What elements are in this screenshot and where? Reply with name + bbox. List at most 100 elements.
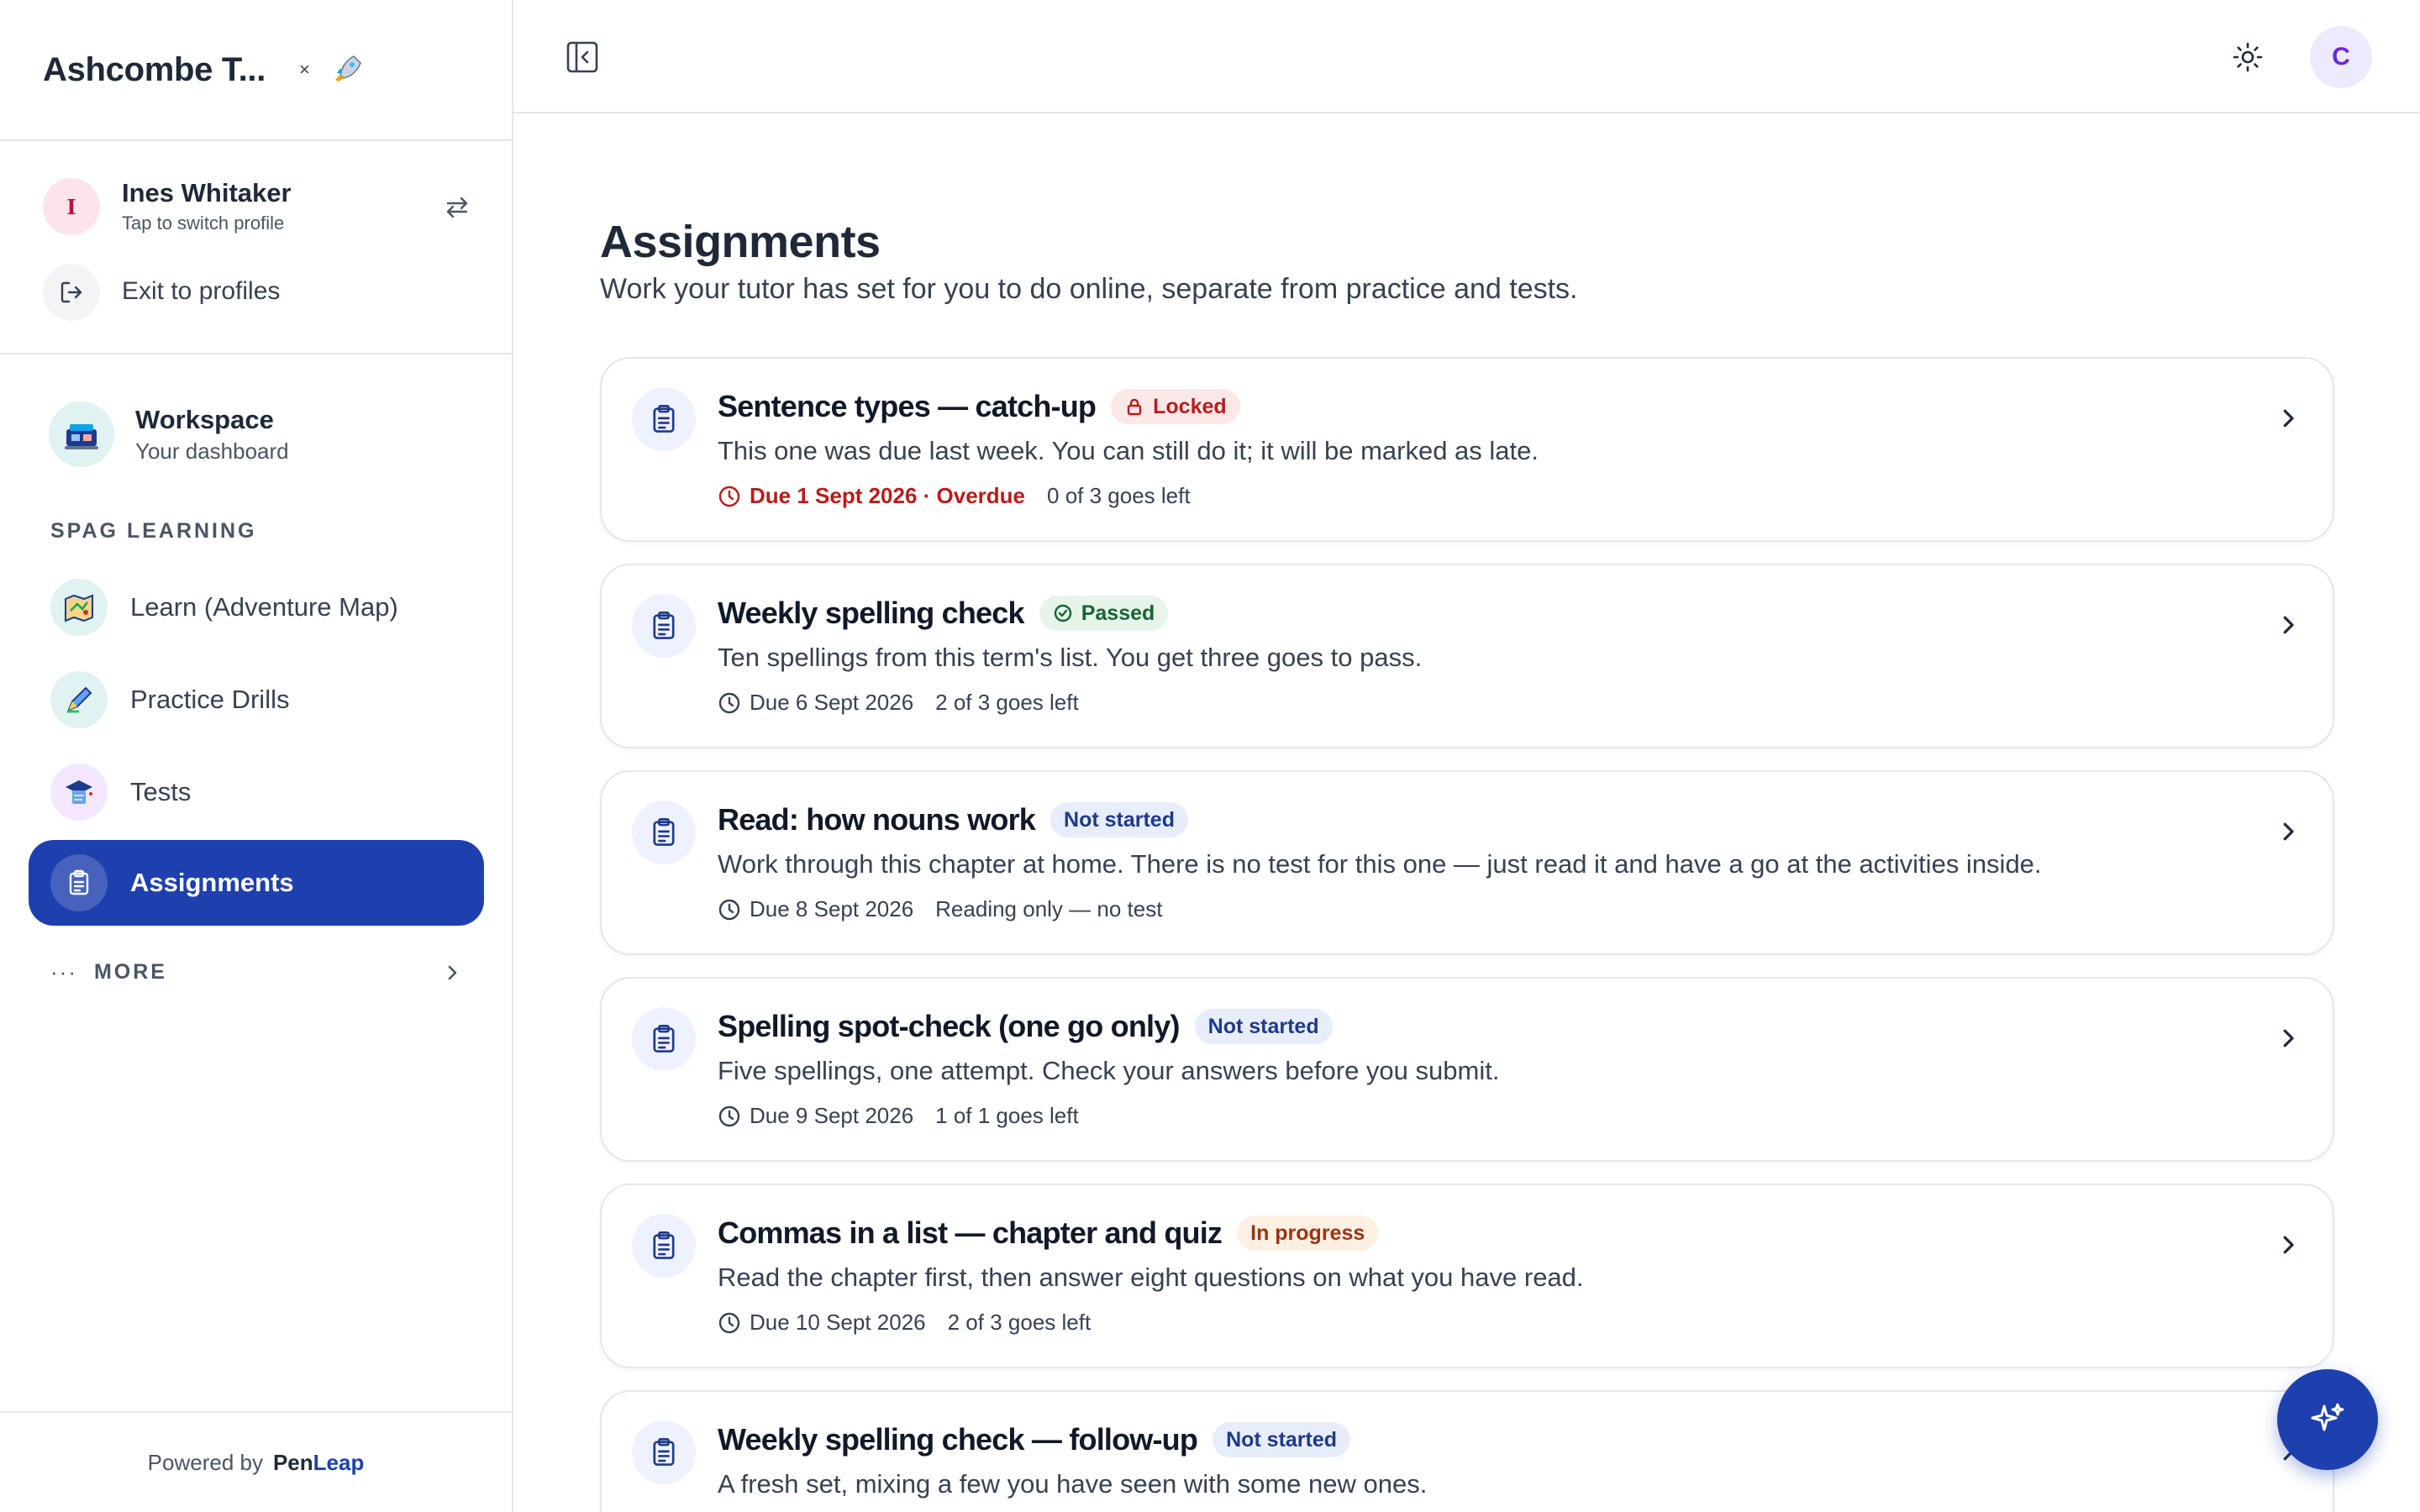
sidebar-item-label: Assignments: [130, 868, 294, 897]
card-header: Sentence types — catch-up Locked: [718, 389, 1240, 424]
clipboard-icon: [632, 801, 696, 864]
sun-icon[interactable]: [2231, 40, 2265, 74]
status-badge-label: Passed: [1081, 601, 1155, 625]
assignment-card[interactable]: Weekly spelling check Passed Ten spellin…: [600, 564, 2334, 748]
switch-profile-icon[interactable]: [443, 193, 471, 222]
goes-left: 2 of 3 goes left: [935, 690, 1079, 715]
assignment-title: Read: how nouns work: [718, 802, 1036, 837]
status-badge-label: Not started: [1064, 807, 1175, 832]
clock-icon: [718, 1105, 740, 1126]
assignment-description: Five spellings, one attempt. Check your …: [718, 1056, 1500, 1085]
card-header: Read: how nouns work Not started: [718, 802, 1188, 837]
assignment-description: This one was due last week. You can stil…: [718, 436, 1539, 465]
goes-left: 0 of 3 goes left: [1047, 483, 1191, 508]
page-title: Assignments: [600, 217, 881, 267]
assignment-meta: Due 9 Sept 2026 1 of 1 goes left: [718, 1103, 1079, 1129]
status-badge-label: Locked: [1153, 394, 1227, 418]
clock-icon: [718, 899, 740, 920]
sidebar-item-label: Tests: [130, 777, 192, 806]
chevron-right-icon[interactable]: [2275, 612, 2301, 638]
close-icon[interactable]: ×: [299, 59, 310, 81]
assignment-card[interactable]: Read: how nouns work Not started Work th…: [600, 770, 2334, 955]
exit-icon: [60, 281, 82, 303]
workspace-subtitle: Your dashboard: [135, 438, 289, 464]
status-badge: In progress: [1237, 1215, 1379, 1251]
lock-icon: [1127, 398, 1142, 416]
profile-avatar[interactable]: I: [43, 178, 100, 235]
clipboard-icon: [50, 854, 108, 911]
rocket-icon: [334, 55, 361, 81]
clipboard-icon: [632, 387, 696, 451]
status-badge: Not started: [1050, 802, 1188, 837]
main-content: Assignments Work your tutor has set for …: [513, 115, 2420, 1512]
map-icon: [50, 579, 108, 636]
user-avatar[interactable]: C: [2310, 26, 2372, 88]
assistant-button[interactable]: [2277, 1369, 2378, 1470]
assignment-meta: Due 1 Sept 2026 · Overdue 0 of 3 goes le…: [718, 483, 1191, 509]
sidebar-item-label: Practice Drills: [130, 685, 290, 714]
status-badge: Passed: [1039, 596, 1169, 631]
card-header: Spelling spot-check (one go only) Not st…: [718, 1009, 1333, 1044]
due-date: Due 10 Sept 2026: [750, 1310, 926, 1335]
clock-icon: [718, 486, 740, 507]
brand-bar: Ashcombe T... ×: [0, 0, 512, 141]
school-name[interactable]: Ashcombe T...: [43, 51, 266, 89]
clock-icon: [718, 1312, 740, 1333]
due-date: Due 6 Sept 2026: [750, 690, 914, 715]
clipboard-icon: [632, 594, 696, 658]
due-date: Due 9 Sept 2026: [750, 1103, 914, 1128]
assignment-title: Commas in a list — chapter and quiz: [718, 1215, 1223, 1250]
more-label: MORE: [93, 960, 167, 984]
topbar: C: [513, 0, 2420, 113]
goes-left: 2 of 3 goes left: [947, 1310, 1092, 1335]
clipboard-icon: [632, 1007, 696, 1071]
assignment-card[interactable]: Weekly spelling check — follow-up Not st…: [600, 1390, 2334, 1512]
assignment-description: Read the chapter first, then answer eigh…: [718, 1263, 1584, 1292]
sidebar-item-practice[interactable]: Practice Drills: [29, 657, 484, 743]
brand-leap[interactable]: Leap: [313, 1450, 365, 1476]
status-badge-label: Not started: [1226, 1427, 1338, 1452]
due-date: Due 1 Sept 2026 · Overdue: [750, 483, 1026, 508]
assignment-description: Work through this chapter at home. There…: [718, 849, 2042, 879]
exit-to-profiles-link[interactable]: Exit to profiles: [122, 277, 280, 306]
reading-note: Reading only — no test: [935, 896, 1163, 921]
exit-button[interactable]: [43, 264, 100, 321]
assignment-title: Weekly spelling check — follow-up: [718, 1422, 1198, 1457]
sidebar: Ashcombe T... × I Ines Whitaker Tap to s…: [0, 0, 513, 1512]
chevron-right-icon: [448, 965, 457, 979]
powered-by-footer: Powered by Pen Leap: [0, 1411, 512, 1512]
workspace-title[interactable]: Workspace: [135, 405, 274, 435]
brand-pen[interactable]: Pen: [273, 1450, 313, 1476]
due-date: Due 8 Sept 2026: [750, 896, 914, 921]
status-badge-label: In progress: [1250, 1221, 1365, 1245]
profile-name[interactable]: Ines Whitaker: [122, 178, 292, 208]
chevron-right-icon[interactable]: [2275, 819, 2301, 844]
divider: [0, 353, 512, 354]
chevron-right-icon[interactable]: [2275, 1026, 2301, 1051]
graduation-cap-icon: [50, 764, 108, 821]
assignment-card[interactable]: Commas in a list — chapter and quiz In p…: [600, 1184, 2334, 1368]
profile-block: I Ines Whitaker Tap to switch profile Ex…: [0, 141, 512, 354]
assignment-card[interactable]: Spelling spot-check (one go only) Not st…: [600, 977, 2334, 1162]
sidebar-item-label: Learn (Adventure Map): [130, 592, 398, 622]
goes-left: 1 of 1 goes left: [935, 1103, 1079, 1128]
assignment-meta: Due 10 Sept 2026 2 of 3 goes left: [718, 1310, 1091, 1336]
workspace-icon[interactable]: [49, 402, 114, 467]
more-menu[interactable]: ··· MORE: [50, 959, 462, 985]
assignment-title: Spelling spot-check (one go only): [718, 1009, 1180, 1043]
check-circle-icon: [1054, 604, 1071, 622]
status-badge-label: Not started: [1207, 1014, 1319, 1038]
section-label: SPAG LEARNING: [50, 519, 257, 543]
card-header: Weekly spelling check — follow-up Not st…: [718, 1422, 1351, 1457]
sparkles-icon: [2311, 1403, 2344, 1431]
chevron-right-icon[interactable]: [2275, 1232, 2301, 1257]
sidebar-item-tests[interactable]: Tests: [29, 749, 484, 835]
collapse-sidebar-icon[interactable]: [564, 39, 601, 76]
clock-icon: [718, 692, 740, 713]
assignment-description: A fresh set, mixing a few you have seen …: [718, 1469, 1428, 1499]
sidebar-item-learn[interactable]: Learn (Adventure Map): [29, 564, 484, 650]
chevron-right-icon[interactable]: [2275, 406, 2301, 431]
assignment-title: Sentence types — catch-up: [718, 389, 1097, 423]
sidebar-item-assignments[interactable]: Assignments: [29, 840, 484, 926]
assignment-card[interactable]: Sentence types — catch-up Locked This on…: [600, 357, 2334, 542]
